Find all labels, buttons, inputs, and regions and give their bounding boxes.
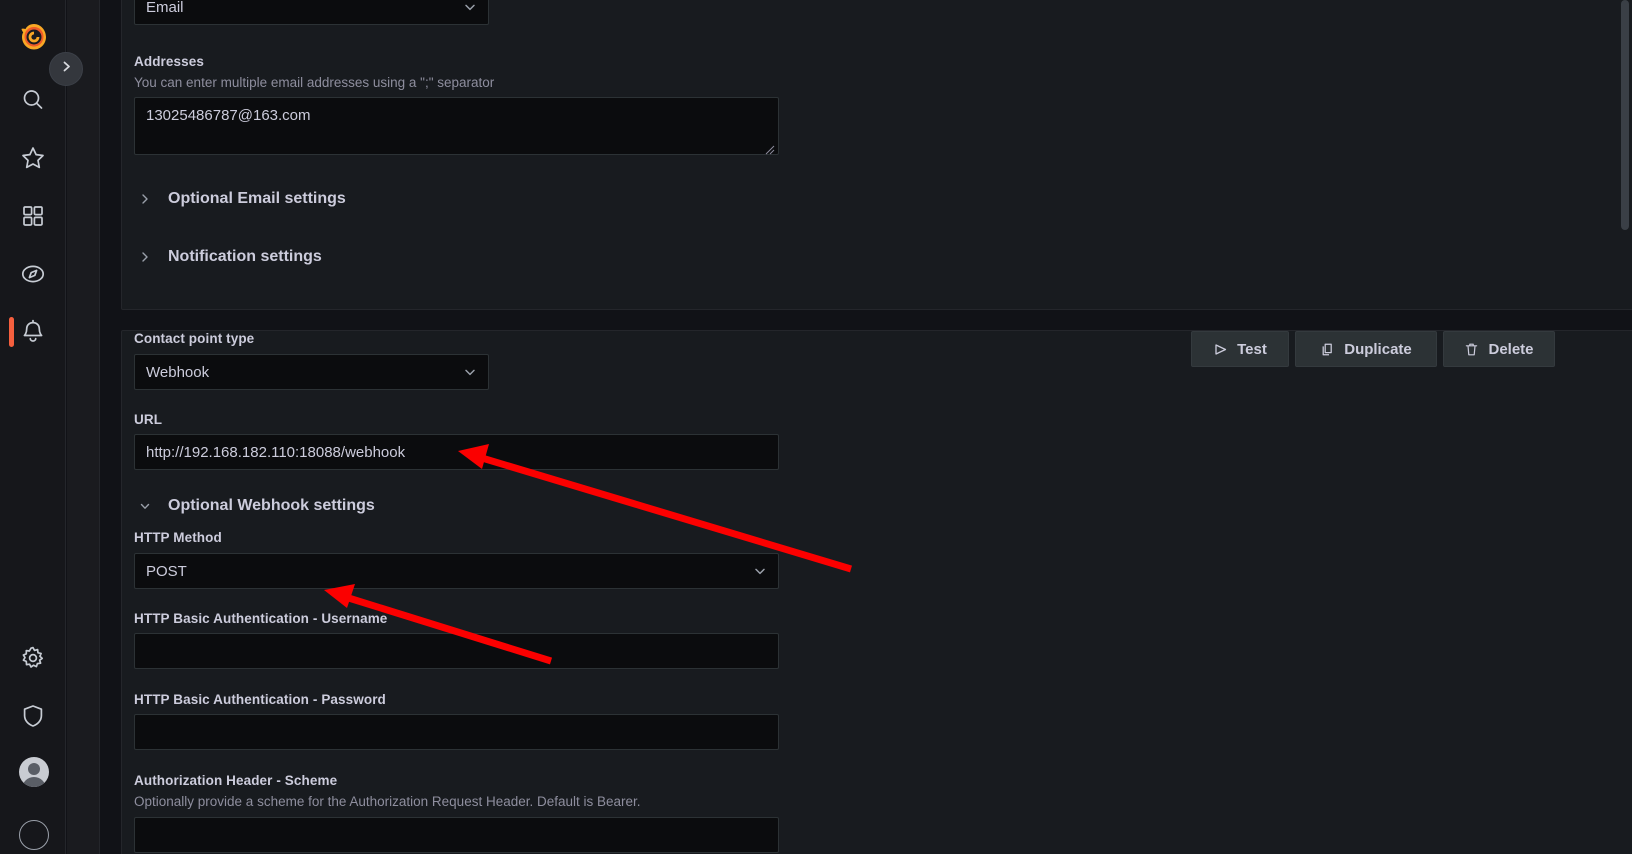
notification-settings-toggle[interactable]: Notification settings [136, 248, 322, 266]
sidebar-item-configuration[interactable] [0, 634, 66, 682]
http-method-select[interactable]: POST [134, 553, 779, 589]
send-icon [1213, 342, 1228, 357]
optional-webhook-settings-label: Optional Webhook settings [168, 497, 375, 514]
basic-auth-username-label: HTTP Basic Authentication - Username [134, 611, 388, 626]
url-label: URL [134, 412, 163, 427]
search-icon [20, 87, 46, 113]
sidebar-item-dashboards[interactable] [0, 192, 66, 240]
star-icon [20, 145, 46, 171]
compass-icon [20, 261, 46, 287]
sidebar-item-explore[interactable] [0, 250, 66, 298]
grafana-app-window: Email Addresses You can enter multiple e… [0, 0, 1632, 854]
authorization-scheme-input[interactable] [134, 817, 779, 853]
chevron-down-icon [136, 500, 154, 512]
contact-point-type-value: Webhook [146, 363, 210, 381]
duplicate-button[interactable]: Duplicate [1295, 331, 1437, 367]
contact-points-edit-panel: Email Addresses You can enter multiple e… [100, 0, 1632, 854]
help-icon[interactable] [19, 820, 49, 850]
avatar[interactable] [19, 757, 49, 787]
webhook-contact-point-card: Test Duplicate Delete Contact point type… [121, 330, 1632, 854]
dashboards-grid-icon [21, 204, 45, 228]
trash-icon [1464, 342, 1479, 357]
chevron-down-icon [463, 365, 477, 379]
http-method-value: POST [146, 562, 187, 580]
addresses-value: 13025486787@163.com [146, 107, 311, 124]
email-contact-point-type-value: Email [146, 0, 184, 16]
gear-icon [20, 645, 46, 671]
page-scrollbar[interactable] [1621, 0, 1629, 230]
sidebar-item-starred[interactable] [0, 134, 66, 182]
email-contact-point-type-select[interactable]: Email [134, 0, 489, 25]
chevron-down-icon [753, 564, 767, 578]
main-navigation-sidebar [0, 0, 83, 854]
basic-auth-password-input[interactable] [134, 714, 779, 750]
authorization-scheme-description: Optionally provide a scheme for the Auth… [134, 794, 641, 809]
url-input[interactable]: http://192.168.182.110:18088/webhook [134, 434, 779, 470]
http-method-label: HTTP Method [134, 530, 222, 545]
test-button[interactable]: Test [1191, 331, 1289, 367]
active-indicator-bar [9, 317, 14, 347]
sidebar-item-server-admin[interactable] [0, 692, 66, 740]
avatar-head [28, 763, 40, 775]
optional-webhook-settings-toggle[interactable]: Optional Webhook settings [136, 497, 375, 515]
copy-icon [1320, 342, 1335, 357]
test-button-label: Test [1237, 340, 1267, 358]
avatar-body [22, 777, 46, 787]
addresses-description: You can enter multiple email addresses u… [134, 75, 495, 90]
addresses-label: Addresses [134, 54, 204, 69]
contact-point-type-label: Contact point type [134, 331, 255, 346]
basic-auth-username-input[interactable] [134, 633, 779, 669]
url-value: http://192.168.182.110:18088/webhook [146, 443, 406, 461]
email-contact-point-card: Email Addresses You can enter multiple e… [121, 0, 1632, 310]
chevron-down-icon [463, 0, 477, 14]
chevron-right-icon [60, 60, 73, 78]
basic-auth-password-label: HTTP Basic Authentication - Password [134, 692, 386, 707]
addresses-textarea[interactable]: 13025486787@163.com [134, 97, 779, 155]
authorization-scheme-label: Authorization Header - Scheme [134, 773, 338, 788]
contact-point-type-select[interactable]: Webhook [134, 354, 489, 390]
duplicate-button-label: Duplicate [1344, 340, 1412, 358]
chevron-right-icon [136, 251, 154, 263]
chevron-right-icon [136, 193, 154, 205]
delete-button[interactable]: Delete [1443, 331, 1555, 367]
optional-email-settings-toggle[interactable]: Optional Email settings [136, 190, 346, 208]
sidebar-item-alerting[interactable] [0, 308, 66, 356]
grafana-logo[interactable] [18, 22, 50, 54]
delete-button-label: Delete [1488, 340, 1534, 358]
notification-settings-label: Notification settings [168, 248, 322, 265]
shield-icon [20, 703, 46, 729]
sidebar-mega-menu-gutter [67, 0, 100, 854]
expand-menu-button[interactable] [49, 52, 83, 86]
resize-handle-icon[interactable] [765, 142, 775, 155]
optional-email-settings-label: Optional Email settings [168, 190, 346, 207]
bell-icon [20, 319, 46, 345]
